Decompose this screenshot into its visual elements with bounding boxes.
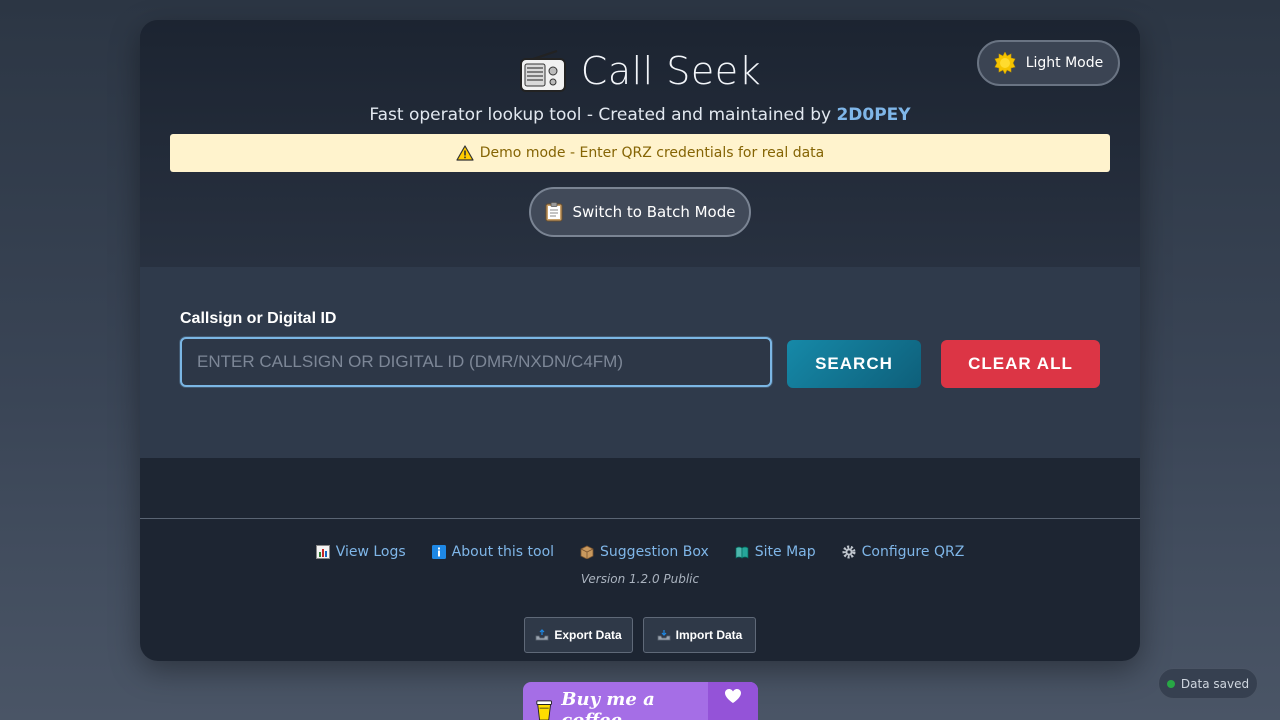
- site-map-label: Site Map: [754, 544, 816, 560]
- inbox-icon: [657, 630, 671, 641]
- gear-icon: [842, 545, 856, 559]
- radio-icon: [519, 50, 566, 92]
- buy-me-a-coffee-button[interactable]: Buy me a coffee: [523, 682, 758, 720]
- results-area: [140, 458, 1140, 518]
- light-mode-toggle[interactable]: Light Mode: [977, 40, 1120, 86]
- about-link[interactable]: About this tool: [431, 541, 555, 563]
- switch-to-batch-button[interactable]: Switch to Batch Mode: [529, 187, 751, 237]
- configure-qrz-label: Configure QRZ: [861, 544, 965, 560]
- view-logs-label: View Logs: [335, 544, 406, 560]
- callsign-input[interactable]: [180, 337, 772, 387]
- batch-button-label: Switch to Batch Mode: [572, 203, 736, 221]
- footer-links: View Logs About this tool Suggestion Box: [140, 541, 1140, 563]
- footer-divider: [140, 518, 1140, 519]
- status-dot: [1166, 679, 1175, 688]
- clear-all-button[interactable]: CLEAR ALL: [941, 340, 1100, 388]
- version-text: Version 1.2.0 Public: [580, 572, 700, 586]
- subtitle: Fast operator lookup tool - Created and …: [140, 105, 1140, 125]
- coffee-main: Buy me a coffee: [523, 682, 708, 720]
- coffee-side: [708, 682, 758, 720]
- search-button[interactable]: SEARCH: [787, 340, 921, 388]
- view-logs-link[interactable]: View Logs: [315, 541, 406, 563]
- site-map-link[interactable]: Site Map: [735, 541, 816, 563]
- suggestion-box-label: Suggestion Box: [600, 544, 709, 560]
- info-icon: [431, 545, 446, 559]
- demo-mode-banner: Demo mode - Enter QRZ credentials for re…: [170, 134, 1110, 172]
- sun-icon: [994, 52, 1016, 74]
- warning-icon: [456, 145, 474, 161]
- search-section: Callsign or Digital ID SEARCH CLEAR ALL: [140, 267, 1140, 458]
- header: Call Seek Fast operator lookup tool - Cr…: [140, 20, 1140, 267]
- configure-qrz-link[interactable]: Configure QRZ: [842, 541, 965, 563]
- data-saved-indicator: Data saved: [1158, 668, 1258, 699]
- export-data-button[interactable]: Export Data: [524, 617, 633, 653]
- bar-chart-icon: [315, 545, 330, 559]
- heart-icon: [725, 689, 741, 703]
- coffee-label: Buy me a coffee: [561, 689, 655, 720]
- box-icon: [580, 545, 594, 559]
- data-saved-label: Data saved: [1180, 676, 1250, 691]
- light-mode-label: Light Mode: [1025, 55, 1104, 71]
- map-icon: [735, 546, 749, 559]
- callsign-label: Callsign or Digital ID: [180, 310, 337, 327]
- clipboard-icon: [545, 202, 563, 222]
- outbox-icon: [535, 629, 549, 641]
- import-data-button[interactable]: Import Data: [643, 617, 756, 653]
- coffee-cup-icon: [536, 700, 552, 720]
- subtitle-text: Fast operator lookup tool - Created and …: [369, 105, 837, 125]
- suggestion-box-link[interactable]: Suggestion Box: [580, 541, 709, 563]
- import-data-label: Import Data: [675, 628, 743, 642]
- main-card: Call Seek Fast operator lookup tool - Cr…: [140, 20, 1140, 661]
- about-label: About this tool: [451, 544, 555, 560]
- export-data-label: Export Data: [554, 628, 622, 642]
- author-name: 2D0PEY: [836, 105, 911, 125]
- demo-mode-text: Demo mode - Enter QRZ credentials for re…: [479, 145, 825, 161]
- app-title: Call Seek: [580, 49, 762, 93]
